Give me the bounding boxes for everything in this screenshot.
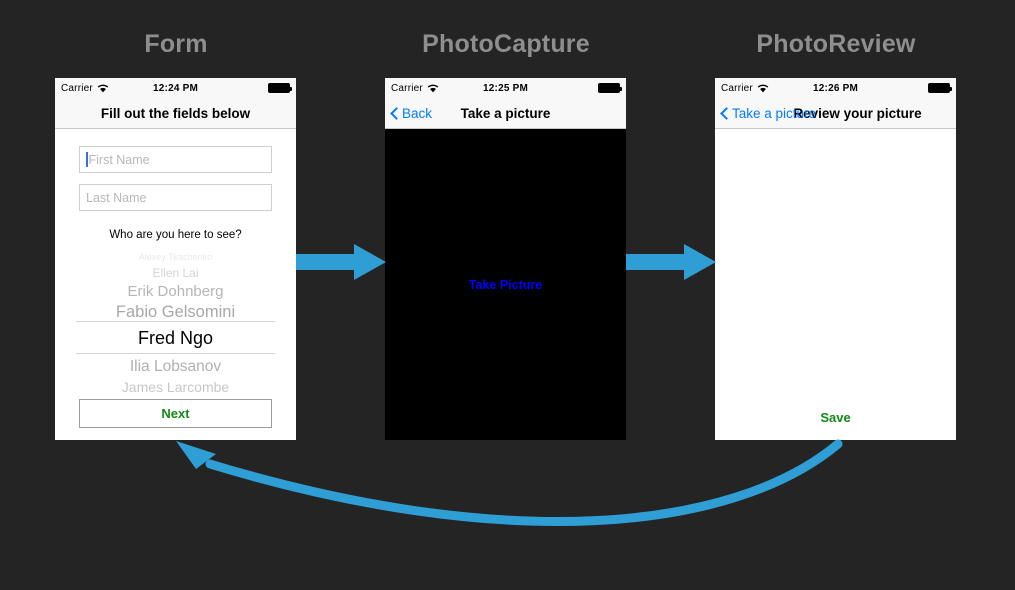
battery-full-icon: [598, 83, 622, 93]
picker-option[interactable]: Erik Dohnberg: [74, 279, 277, 299]
status-time: 12:25 PM: [483, 82, 528, 94]
photo-preview-area: Save: [715, 129, 956, 440]
chevron-left-icon: [391, 107, 399, 120]
screen-title-photoreview: PhotoReview: [756, 30, 916, 58]
picker-option[interactable]: Ellen Lai: [74, 262, 277, 279]
attendee-picker[interactable]: Alexey Tkachenko Ellen Lai Erik Dohnberg…: [74, 251, 277, 397]
screen-title-form: Form: [144, 30, 208, 58]
picker-option[interactable]: Alexey Tkachenko: [74, 251, 277, 262]
picker-option[interactable]: James Larcombe: [74, 374, 277, 394]
attendee-question-label: Who are you here to see?: [109, 229, 242, 241]
statusbar-right-group: [598, 83, 622, 93]
arrow-photoreview-to-form: [176, 439, 843, 526]
save-button[interactable]: Save: [715, 410, 956, 425]
picker-option-selected[interactable]: Fred Ngo: [74, 322, 277, 353]
take-picture-button[interactable]: Take Picture: [469, 278, 542, 292]
last-name-input[interactable]: Last Name: [79, 184, 272, 211]
first-name-input[interactable]: First Name: [79, 146, 272, 173]
back-button-label: Take a picture: [732, 105, 817, 121]
phone-photoreview: Carrier 12:26 PM Take a picture Review y…: [715, 78, 956, 440]
battery-full-icon: [268, 83, 292, 93]
picker-option[interactable]: Ilia Lobsanov: [74, 354, 277, 375]
statusbar-right-group: [268, 83, 292, 93]
battery-full-icon: [928, 83, 952, 93]
camera-preview: Take Picture: [385, 129, 626, 440]
navbar-form: Fill out the fields below: [55, 98, 296, 129]
status-time: 12:24 PM: [153, 82, 198, 94]
picker-option[interactable]: Fabio Gelsomini: [74, 299, 277, 321]
text-caret: [86, 152, 88, 167]
statusbar-right-group: [928, 83, 952, 93]
statusbar-form: Carrier 12:24 PM: [55, 78, 296, 98]
phone-photocapture: Carrier 12:25 PM Back Take a picture Tak…: [385, 78, 626, 440]
form-body: First Name Last Name Who are you here to…: [55, 129, 296, 440]
phone-form: Carrier 12:24 PM Fill out the fields bel…: [55, 78, 296, 440]
back-button[interactable]: Take a picture: [715, 106, 816, 121]
statusbar-photocapture: Carrier 12:25 PM: [385, 78, 626, 98]
picker-option[interactable]: Joel Dowsett: [74, 394, 277, 397]
statusbar-photoreview: Carrier 12:26 PM: [715, 78, 956, 98]
navbar-photocapture: Back Take a picture: [385, 98, 626, 129]
flow-diagram-canvas: Form Carrier 12:24 PM Fill out the field…: [0, 0, 1015, 590]
screen-title-photocapture: PhotoCapture: [422, 30, 590, 58]
navbar-title-form: Fill out the fields below: [100, 105, 251, 121]
navbar-photoreview: Take a picture Review your picture: [715, 98, 956, 129]
back-button[interactable]: Back: [385, 106, 432, 121]
status-time: 12:26 PM: [813, 82, 858, 94]
arrow-photocapture-to-photoreview: [626, 244, 716, 280]
first-name-placeholder: First Name: [88, 152, 150, 167]
back-button-label: Back: [402, 105, 433, 121]
chevron-left-icon: [721, 107, 729, 120]
last-name-placeholder: Last Name: [86, 190, 147, 205]
arrow-form-to-photocapture: [296, 244, 386, 280]
next-button[interactable]: Next: [79, 399, 272, 428]
